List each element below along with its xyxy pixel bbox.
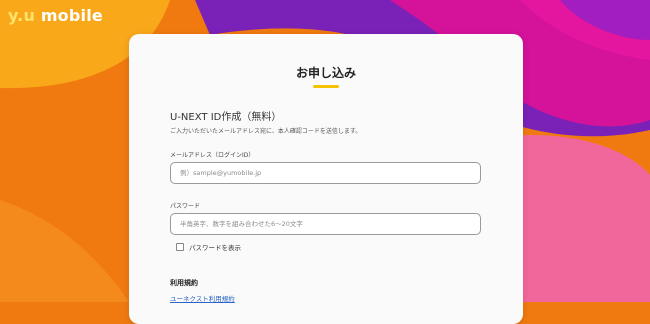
application-form-card: お申し込み U-NEXT ID作成（無料） ご入力いただいたメールアドレス宛に、… <box>129 34 523 324</box>
section-description: ご入力いただいたメールアドレス宛に、本人確認コードを送信します。 <box>170 128 362 135</box>
page-title: お申し込み <box>295 66 356 80</box>
password-label: パスワード <box>170 203 201 210</box>
show-password-toggle[interactable]: パスワードを表示 <box>176 242 241 252</box>
logo-prefix: y.u <box>8 6 36 25</box>
password-field[interactable] <box>170 213 481 235</box>
yu-mobile-logo[interactable]: y.u mobile <box>8 6 103 25</box>
show-password-label: パスワードを表示 <box>189 244 241 252</box>
terms-heading: 利用規約 <box>170 279 198 287</box>
show-password-checkbox[interactable] <box>176 243 184 251</box>
section-title: U-NEXT ID作成（無料） <box>170 112 282 123</box>
email-field[interactable] <box>170 162 481 184</box>
email-label: メールアドレス（ログインID） <box>170 152 255 159</box>
title-underline <box>313 85 339 88</box>
logo-suffix: mobile <box>40 6 103 25</box>
